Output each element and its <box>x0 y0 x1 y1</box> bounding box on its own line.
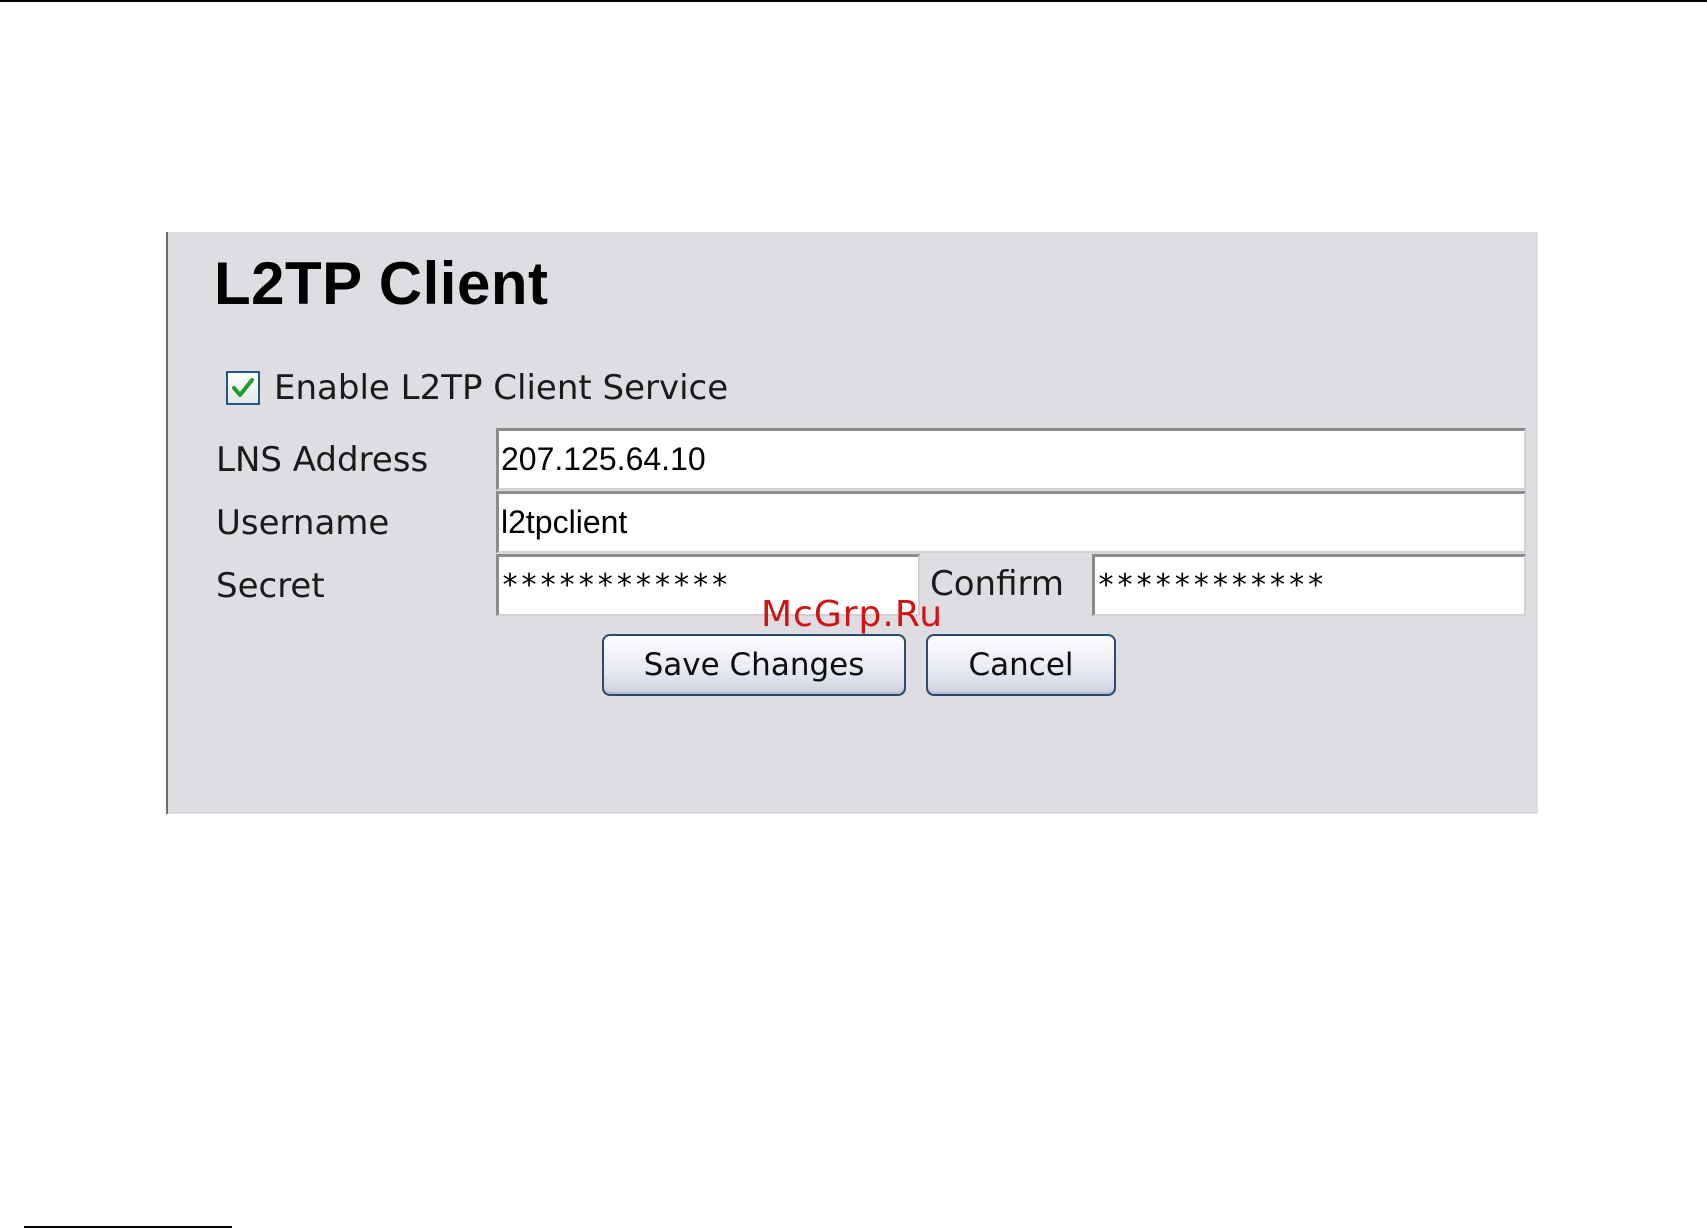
panel-title: L2TP Client <box>214 250 549 317</box>
checkmark-icon <box>232 378 254 397</box>
enable-l2tp-label: Enable L2TP Client Service <box>274 368 729 408</box>
save-changes-button[interactable]: Save Changes <box>602 634 906 696</box>
page-top-rule <box>0 0 1707 2</box>
confirm-input[interactable]: ************ <box>1092 554 1526 616</box>
lns-address-label: LNS Address <box>216 440 429 480</box>
watermark: McGrp.Ru <box>761 594 944 635</box>
cancel-button[interactable]: Cancel <box>926 634 1116 696</box>
lns-address-input[interactable]: 207.125.64.10 <box>496 428 1526 490</box>
secret-label: Secret <box>216 566 325 606</box>
l2tp-client-panel: L2TP Client Enable L2TP Client Service L… <box>166 232 1538 814</box>
confirm-label: Confirm <box>930 564 1065 604</box>
enable-l2tp-checkbox[interactable] <box>226 371 260 405</box>
username-label: Username <box>216 503 390 543</box>
enable-l2tp-row[interactable]: Enable L2TP Client Service <box>226 368 728 408</box>
username-input[interactable]: l2tpclient <box>496 491 1526 553</box>
